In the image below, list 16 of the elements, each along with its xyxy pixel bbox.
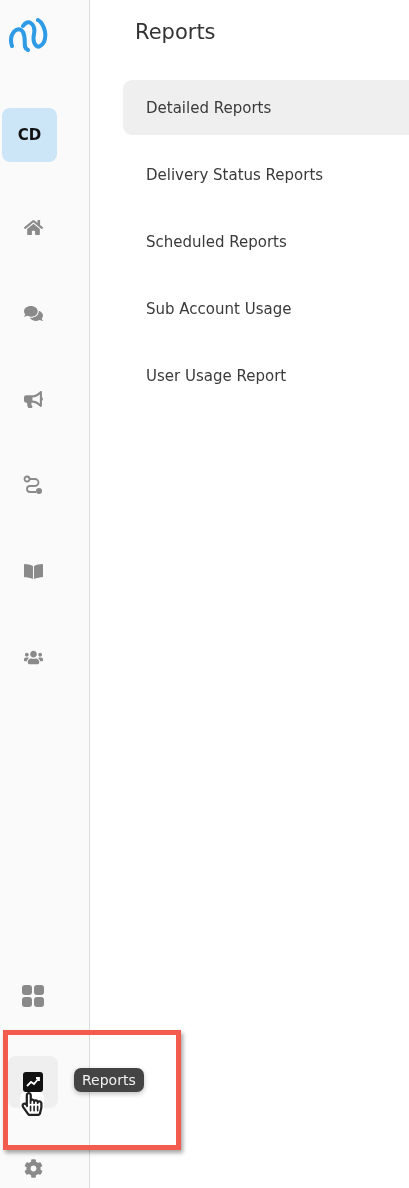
tooltip: Reports [74,1068,144,1092]
hand-cursor-icon [20,1092,44,1116]
panel-title: Reports [135,20,217,44]
grid-icon [22,985,44,1007]
home-icon [23,217,43,237]
menu-item[interactable]: User Usage Report [123,348,409,403]
menu-item[interactable]: Detailed Reports [123,80,409,135]
menu-item[interactable]: Sub Account Usage [123,281,409,336]
avatar[interactable]: CD [2,108,57,162]
megaphone-icon [23,389,43,409]
menu-item[interactable]: Scheduled Reports [123,214,409,269]
menu-item[interactable]: Delivery Status Reports [123,147,409,202]
route-icon [23,475,43,495]
chat-icon [23,303,43,323]
settings-icon [23,1158,43,1178]
book-icon [23,561,43,581]
